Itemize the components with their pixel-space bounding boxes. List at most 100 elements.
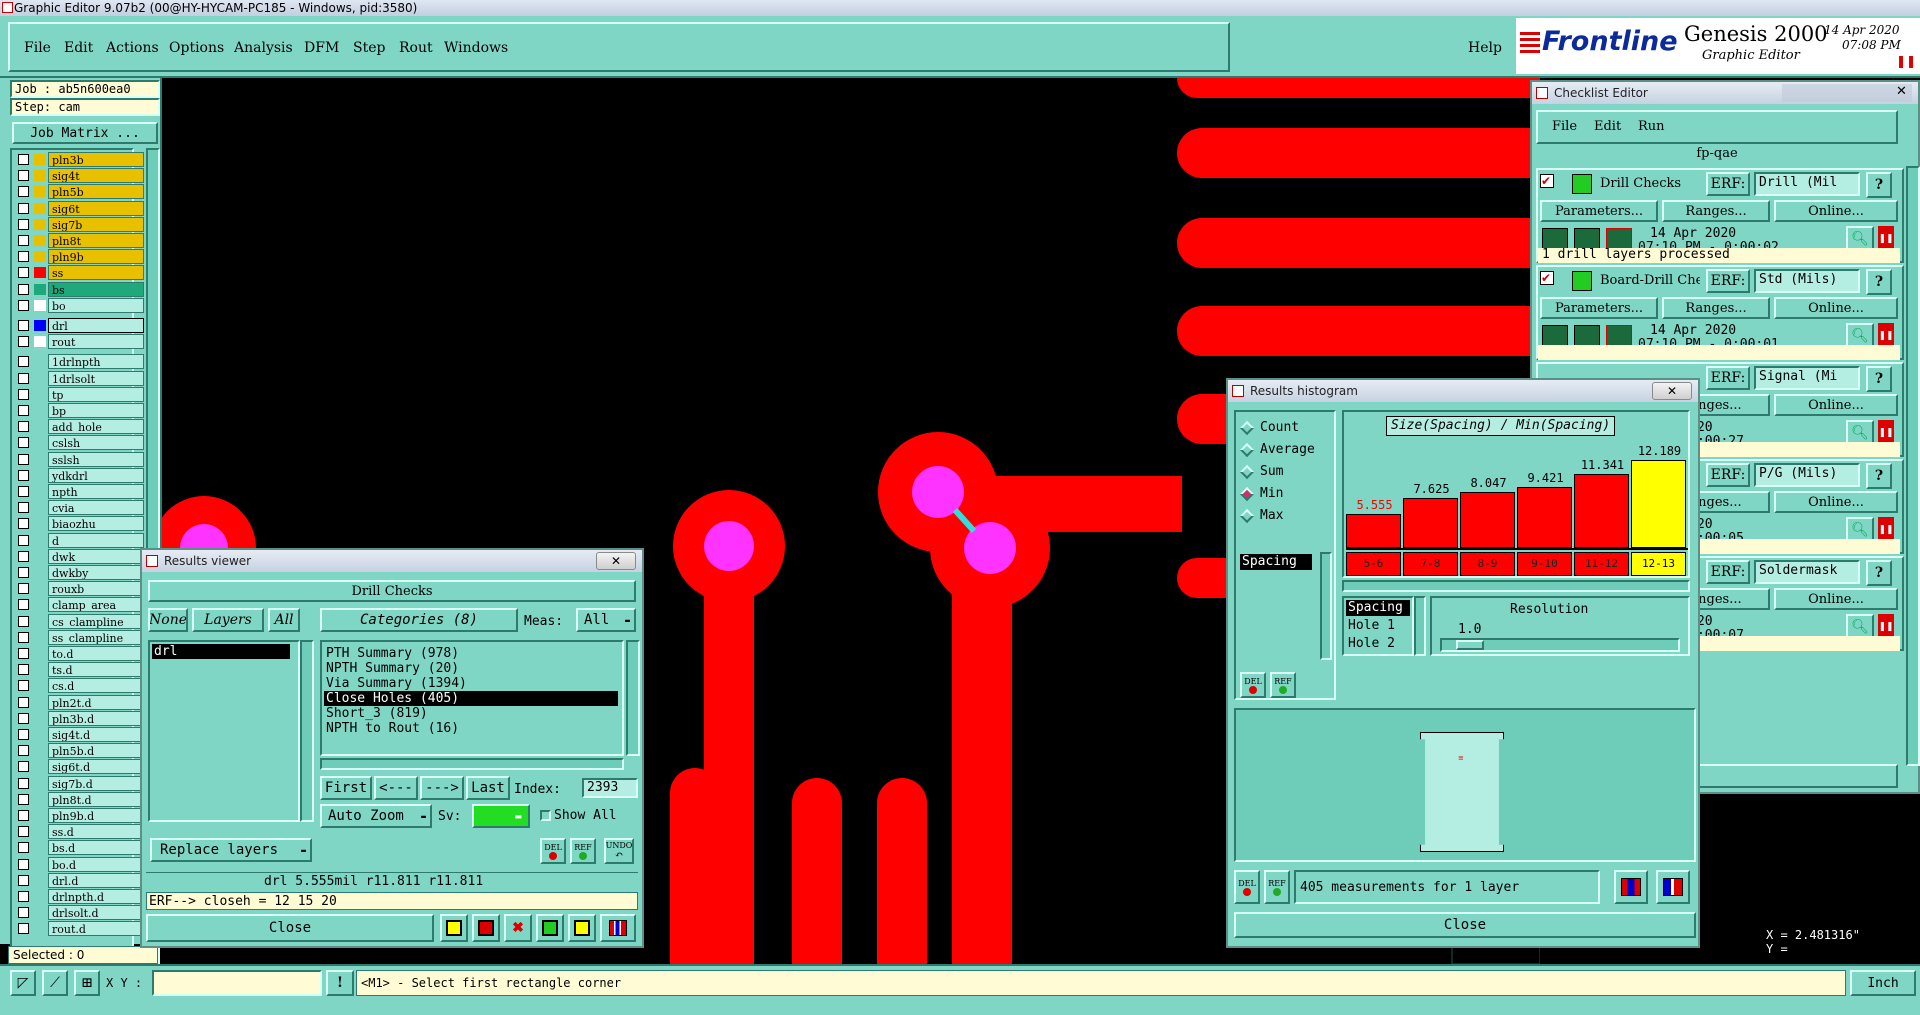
layer-checkbox[interactable] [18, 202, 29, 214]
layer-name[interactable]: cs.d [48, 678, 144, 694]
layer-name[interactable]: pln3b [48, 152, 144, 167]
layers-button[interactable]: Layers [192, 608, 264, 632]
category-item[interactable]: Close Holes (405) [324, 691, 618, 706]
preview-del-button[interactable]: DEL [1234, 870, 1260, 904]
show-all-checkbox[interactable] [540, 810, 551, 821]
tool-icon-5[interactable] [568, 914, 596, 942]
layer-checkbox[interactable] [18, 356, 29, 368]
layer-row[interactable]: 1drlnpth [14, 354, 144, 370]
layer-row[interactable]: clamp_area [14, 597, 144, 613]
layer-row[interactable]: biaozhu [14, 516, 144, 532]
layer-name[interactable]: to.d [48, 646, 144, 661]
categories-button[interactable]: Categories (8) [320, 608, 518, 632]
layer-row[interactable]: ss [14, 265, 144, 281]
layer-row[interactable]: drlnpth.d [14, 889, 144, 904]
layer-listbox[interactable]: drl [148, 640, 300, 822]
layer-row[interactable]: cs.d [14, 678, 144, 694]
layer-row[interactable]: bo [14, 297, 144, 313]
erf-field[interactable]: Soldermask [1754, 560, 1860, 584]
layer-checkbox[interactable] [18, 550, 29, 562]
layer-name[interactable]: pln8t [48, 233, 144, 248]
menu-file[interactable]: File [24, 40, 51, 56]
layer-name[interactable]: pln9b [48, 249, 144, 265]
layer-row[interactable]: pln2t.d [14, 694, 144, 710]
ranges-button[interactable]: Ranges... [1662, 297, 1770, 319]
layer-name[interactable]: tp [48, 386, 144, 402]
layer-name[interactable]: sig7b.d [48, 775, 144, 791]
layer-name[interactable]: rout.d [48, 921, 144, 937]
layer-name[interactable]: sig6t [48, 200, 144, 216]
chart-button-2[interactable] [1656, 870, 1690, 904]
titlebar-buttons[interactable] [1782, 84, 1912, 102]
layer-name[interactable]: sig7b [48, 216, 144, 232]
layer-checkbox[interactable] [18, 680, 29, 692]
layer-name[interactable]: ss.d [48, 824, 144, 840]
layer-checkbox[interactable] [18, 793, 29, 805]
layer-row[interactable]: bs [14, 281, 144, 297]
layer-name[interactable]: cvia [48, 500, 144, 516]
layer-checkbox[interactable] [18, 388, 29, 400]
del-button[interactable]: DEL [540, 838, 566, 864]
layer-checkbox[interactable] [18, 251, 29, 263]
layer-row[interactable]: bs.d [14, 840, 144, 856]
layer-name[interactable]: bs.d [48, 840, 144, 856]
index-field[interactable]: 2393 [582, 778, 638, 798]
layer-row[interactable]: pln8t [14, 233, 144, 248]
layer-checkbox[interactable] [18, 453, 29, 465]
layer-checkbox[interactable] [18, 583, 29, 595]
layer-list-item[interactable]: drl [152, 644, 290, 659]
layer-name[interactable]: biaozhu [48, 516, 144, 532]
erf-field[interactable]: Std (Mils) [1754, 269, 1860, 293]
layer-row[interactable]: pln5b.d [14, 743, 144, 759]
online-button[interactable]: Online... [1774, 200, 1898, 222]
layer-row[interactable]: pln9b.d [14, 808, 144, 823]
prev-button[interactable]: <--- [374, 776, 418, 800]
erf-button[interactable]: ERF: [1706, 560, 1750, 584]
layer-name[interactable]: add_hole [48, 419, 144, 435]
replace-layers-dropdown[interactable]: Replace layers ▬ [150, 838, 312, 862]
online-button[interactable]: Online... [1774, 491, 1898, 513]
help-button[interactable]: ? [1866, 463, 1892, 489]
erf-button[interactable]: ERF: [1706, 269, 1750, 293]
layer-checkbox[interactable] [18, 299, 29, 311]
histogram-bar[interactable] [1574, 474, 1629, 548]
layer-row[interactable]: d [14, 532, 144, 548]
layer-row[interactable]: bo.d [14, 856, 144, 872]
layer-row[interactable]: dwkby [14, 565, 144, 580]
layer-checkbox[interactable] [18, 154, 29, 165]
parameters-button[interactable]: Parameters... [1540, 297, 1658, 319]
layer-checkbox[interactable] [18, 170, 29, 182]
hist-item-hole1[interactable]: Hole 1 [1348, 618, 1395, 633]
last-button[interactable]: Last [466, 776, 510, 800]
histogram-bin-label[interactable]: 9-10 [1517, 552, 1572, 576]
layer-name[interactable]: bo [48, 297, 144, 313]
checklist-menu-edit[interactable]: Edit [1594, 119, 1621, 134]
all-button[interactable]: All [268, 608, 300, 632]
close-icon[interactable]: ✕ [1652, 382, 1692, 400]
layer-name[interactable]: pln3b.d [48, 710, 144, 726]
layer-row[interactable]: sslsh [14, 451, 144, 467]
chart-button-1[interactable] [1614, 870, 1648, 904]
layer-row[interactable]: tp [14, 386, 144, 402]
layer-row[interactable]: dwk [14, 548, 144, 564]
histogram-bin-label[interactable]: 11-12 [1574, 552, 1629, 576]
parameters-button[interactable]: Parameters... [1540, 200, 1658, 222]
tool-icon-2[interactable] [472, 914, 500, 942]
histogram-bar[interactable] [1517, 487, 1572, 548]
layer-name[interactable]: sig4t [48, 168, 144, 184]
grid-icon[interactable]: ⊞ [74, 970, 100, 996]
job-matrix-button[interactable]: Job Matrix ... [12, 122, 158, 144]
histogram-bar[interactable] [1403, 498, 1458, 548]
slider-thumb[interactable] [1456, 640, 1484, 650]
layer-row[interactable]: bp [14, 403, 144, 418]
layer-row[interactable]: drl.d [14, 872, 144, 888]
menu-edit[interactable]: Edit [64, 40, 93, 56]
layer-checkbox[interactable] [18, 421, 29, 433]
histogram-bin-label[interactable]: 8-9 [1460, 552, 1515, 576]
layer-row[interactable]: sig6t.d [14, 759, 144, 775]
layer-checkbox[interactable] [18, 907, 29, 919]
layer-checkbox[interactable] [18, 486, 29, 497]
next-button[interactable]: ---> [420, 776, 464, 800]
layer-checkbox[interactable] [18, 518, 29, 530]
menu-actions[interactable]: Actions [106, 40, 159, 56]
